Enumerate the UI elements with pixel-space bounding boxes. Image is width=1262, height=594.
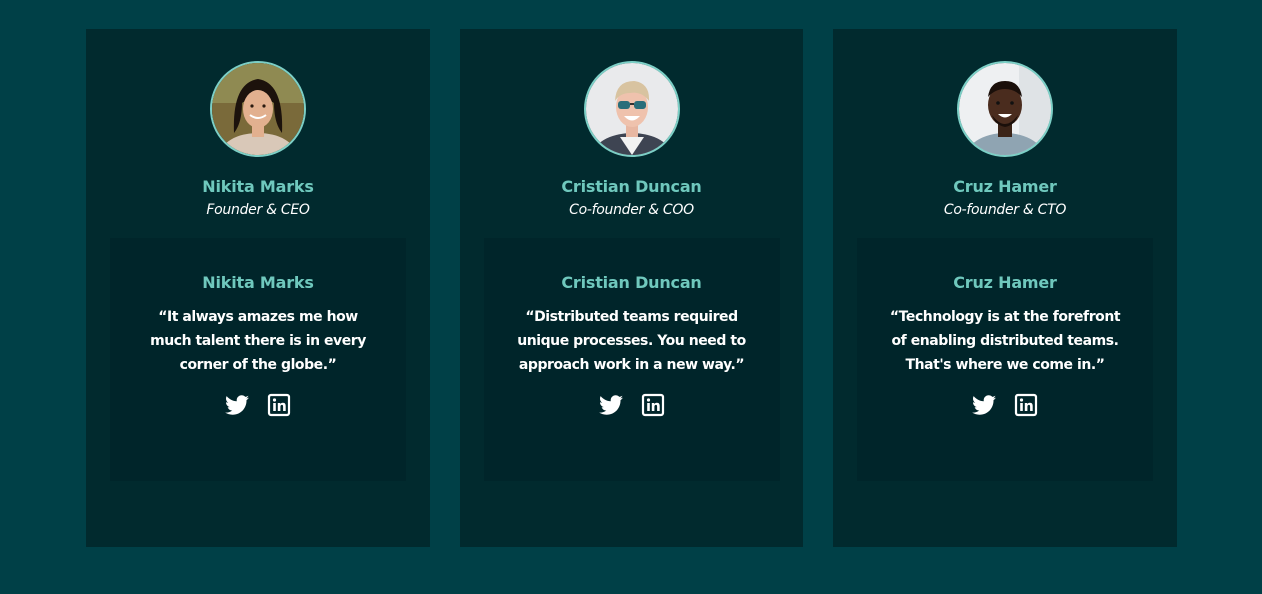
linkedin-link[interactable]: [1014, 393, 1038, 417]
linkedin-icon: [267, 393, 291, 417]
quote-text: “It always amazes me how much talent the…: [150, 309, 366, 373]
team-card: Cruz Hamer Co-founder & CTO Cruz Hamer “…: [833, 29, 1177, 547]
quote-box: Cristian Duncan “Distributed teams requi…: [483, 238, 780, 481]
member-name: Cruz Hamer: [953, 177, 1057, 196]
quote-text: “Technology is at the forefront of enabl…: [889, 309, 1121, 373]
twitter-icon: [598, 395, 623, 415]
avatar: [210, 61, 306, 157]
portrait-man-icon: [959, 63, 1051, 155]
quote-author: Cruz Hamer: [953, 273, 1057, 292]
avatar: [957, 61, 1053, 157]
linkedin-link[interactable]: [267, 393, 291, 417]
member-role: Co-founder & CTO: [943, 202, 1067, 218]
linkedin-icon: [641, 393, 664, 417]
linkedin-icon: [1014, 393, 1038, 417]
twitter-link[interactable]: [598, 393, 623, 417]
twitter-icon: [225, 395, 249, 415]
quote-text: “Distributed teams required unique proce…: [517, 309, 746, 373]
portrait-man-sunglasses-icon: [585, 63, 678, 155]
twitter-link[interactable]: [225, 393, 249, 417]
quote-author: Nikita Marks: [202, 273, 314, 292]
member-role: Founder & CEO: [206, 202, 310, 218]
linkedin-link[interactable]: [641, 393, 665, 417]
team-section: Nikita Marks Founder & CEO Nikita Marks …: [0, 0, 1262, 594]
quote-author: Cristian Duncan: [561, 273, 702, 292]
portrait-woman-icon: [212, 63, 304, 155]
member-role: Co-founder & COO: [569, 202, 694, 218]
quote-box: Nikita Marks “It always amazes me how mu…: [110, 238, 406, 481]
twitter-link[interactable]: [972, 393, 996, 417]
social-links: [225, 393, 291, 417]
team-card: Cristian Duncan Co-founder & COO Cristia…: [460, 29, 803, 547]
social-links: [972, 393, 1038, 417]
social-links: [598, 393, 665, 417]
quote-box: Cruz Hamer “Technology is at the forefro…: [857, 238, 1153, 481]
member-name: Cristian Duncan: [561, 177, 702, 196]
avatar: [583, 61, 680, 157]
twitter-icon: [972, 395, 996, 415]
member-name: Nikita Marks: [202, 177, 314, 196]
team-card: Nikita Marks Founder & CEO Nikita Marks …: [86, 29, 430, 547]
